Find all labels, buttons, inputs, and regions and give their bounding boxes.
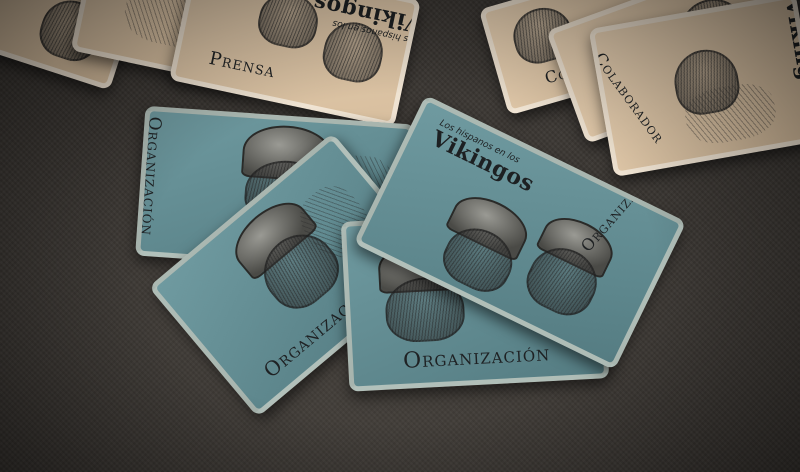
- badge-card-colaborador-3: Colaborador Los hispanos en los Vikingos: [588, 0, 800, 178]
- photo-scene: Los hispanos en los Vikingos Prensa Cola…: [0, 0, 800, 472]
- badge-card-prensa: Los hispanos en los Vikingos Prensa: [168, 0, 422, 128]
- card-label-organizacion: Organización: [402, 341, 551, 374]
- card-label-organizacion: Organización: [136, 115, 165, 237]
- brand-title: Vikingos: [779, 0, 800, 111]
- card-label-prensa: Prensa: [207, 47, 278, 83]
- vikingos-logo-colaborador: Los hispanos en los Vikingos: [779, 0, 800, 111]
- vikingos-logo: Los hispanos en los Vikingos: [427, 118, 541, 197]
